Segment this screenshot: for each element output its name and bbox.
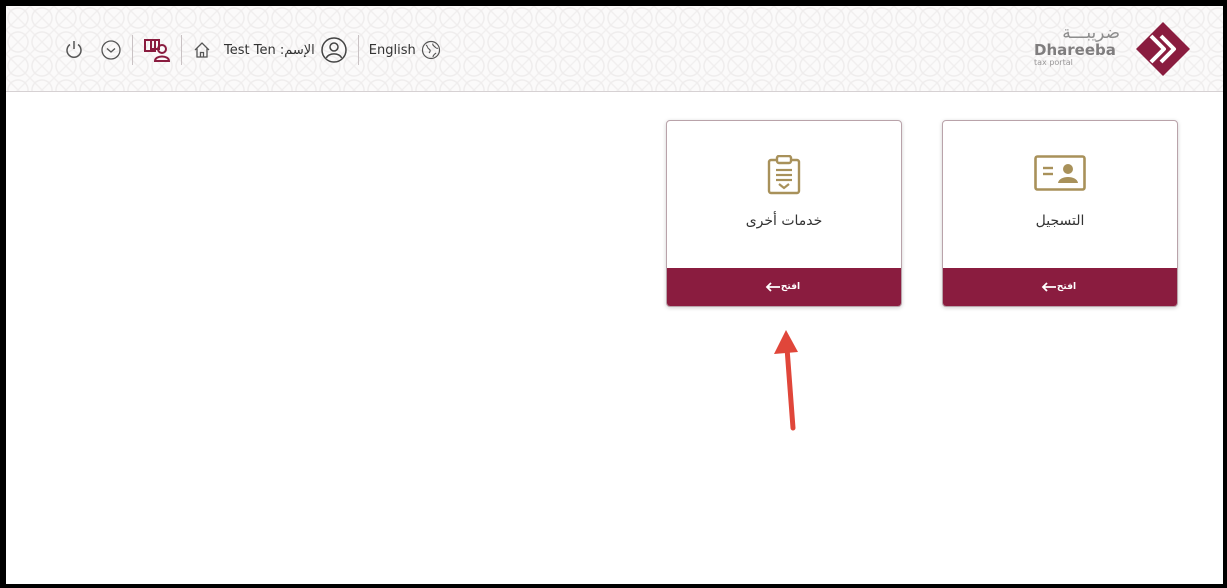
- header-toolbar: الإسم: Test Ten English: [62, 32, 441, 68]
- other-services-card[interactable]: خدمات أخرى افتح: [666, 120, 902, 307]
- arrow-left-icon: [1041, 282, 1057, 292]
- top-header: الإسم: Test Ten English ضريبـــة Dhareeb…: [6, 6, 1223, 92]
- brand-text: ضريبـــة Dhareeba tax portal: [1034, 24, 1120, 68]
- header-divider: [357, 35, 359, 65]
- chevron-down-icon[interactable]: [100, 39, 122, 61]
- user-name-label: الإسم: Test Ten: [224, 42, 315, 58]
- id-card-icon: [943, 155, 1177, 191]
- brand-arabic: ضريبـــة: [1062, 23, 1120, 43]
- power-icon[interactable]: [62, 38, 86, 62]
- user-avatar-icon[interactable]: [320, 36, 348, 64]
- registration-card[interactable]: التسجيل افتح: [942, 120, 1178, 307]
- clipboard-icon: [667, 155, 901, 195]
- language-switch[interactable]: English: [369, 43, 416, 58]
- open-label: افتح: [1056, 282, 1077, 292]
- arrow-left-icon: [765, 282, 781, 292]
- globe-icon[interactable]: [421, 40, 441, 60]
- open-label: افتح: [780, 282, 801, 292]
- brand-name: Dhareeba: [1034, 41, 1116, 59]
- annotation-arrow-icon: [760, 324, 820, 438]
- card-title: التسجيل: [1035, 213, 1085, 229]
- open-button[interactable]: افتح: [943, 268, 1177, 306]
- card-title: خدمات أخرى: [745, 213, 823, 229]
- open-button[interactable]: افتح: [667, 268, 901, 306]
- header-divider: [181, 35, 182, 65]
- brand-tagline: tax portal: [1034, 58, 1073, 67]
- user-switch-icon[interactable]: [143, 36, 171, 64]
- home-icon[interactable]: [192, 40, 212, 60]
- header-divider: [132, 35, 133, 65]
- dhareeba-logo: [1134, 20, 1192, 82]
